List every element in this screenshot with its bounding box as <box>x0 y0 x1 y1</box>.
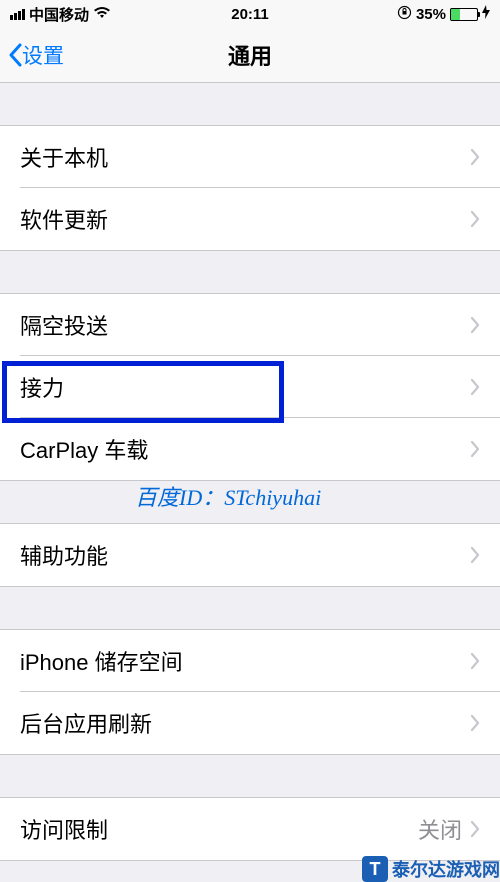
settings-row[interactable]: 隔空投送 <box>0 294 500 356</box>
carrier-label: 中国移动 <box>29 4 89 25</box>
row-label: 隔空投送 <box>20 309 470 341</box>
row-label: 辅助功能 <box>20 539 470 571</box>
chevron-right-icon <box>470 820 480 838</box>
status-bar: 中国移动 20:11 35% <box>0 0 500 28</box>
settings-row[interactable]: CarPlay 车载 <box>0 418 500 480</box>
settings-row[interactable]: 后台应用刷新 <box>0 692 500 754</box>
settings-row[interactable]: 辅助功能 <box>0 524 500 586</box>
settings-row[interactable]: 关于本机 <box>0 126 500 188</box>
wifi-icon <box>93 6 111 23</box>
chevron-right-icon <box>470 652 480 670</box>
chevron-right-icon <box>470 378 480 396</box>
nav-bar: 设置 通用 <box>0 28 500 83</box>
chevron-right-icon <box>470 714 480 732</box>
chevron-left-icon <box>8 43 22 67</box>
battery-pct: 35% <box>416 6 446 23</box>
chevron-right-icon <box>470 546 480 564</box>
row-label: 访问限制 <box>20 813 418 845</box>
chevron-right-icon <box>470 440 480 458</box>
row-label: 关于本机 <box>20 141 470 173</box>
page-title: 通用 <box>228 39 272 71</box>
charging-icon <box>482 5 490 23</box>
settings-row[interactable]: 访问限制关闭 <box>0 798 500 860</box>
back-button[interactable]: 设置 <box>0 40 64 70</box>
chevron-right-icon <box>470 148 480 166</box>
row-label: 软件更新 <box>20 203 470 235</box>
settings-row[interactable]: 接力 <box>0 356 500 418</box>
battery-icon <box>450 8 478 21</box>
row-label: CarPlay 车载 <box>20 433 470 465</box>
settings-row[interactable]: iPhone 储存空间 <box>0 630 500 692</box>
settings-row[interactable]: 软件更新 <box>0 188 500 250</box>
row-label: iPhone 储存空间 <box>20 645 470 677</box>
rotation-lock-icon <box>397 5 412 24</box>
row-label: 接力 <box>20 371 470 403</box>
back-label: 设置 <box>22 40 64 70</box>
chevron-right-icon <box>470 316 480 334</box>
row-value: 关闭 <box>418 813 462 845</box>
row-label: 后台应用刷新 <box>20 707 470 739</box>
clock: 20:11 <box>231 6 269 23</box>
signal-icon <box>10 9 25 20</box>
chevron-right-icon <box>470 210 480 228</box>
